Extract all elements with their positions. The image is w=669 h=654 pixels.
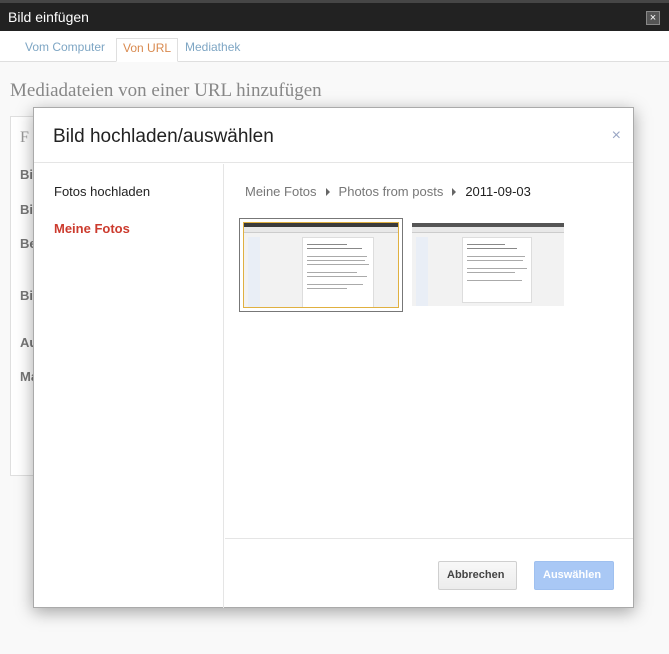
image-picker-dialog: Bild hochladen/auswählen × Fotos hochlad… [33, 107, 634, 608]
photo-screenshot-image [243, 222, 399, 308]
photo-browser: Meine Fotos Photos from posts 2011-09-03 [225, 164, 633, 538]
photo-thumbnail[interactable] [412, 223, 564, 306]
background-label: F [20, 129, 29, 146]
window-close-icon[interactable]: × [646, 11, 660, 25]
select-button[interactable]: Auswählen [534, 561, 614, 590]
window-title: Bild einfügen [8, 9, 89, 25]
photo-screenshot-image [412, 223, 564, 306]
dialog-footer: Abbrechen Auswählen [225, 538, 633, 608]
sidebar-item-meine-fotos[interactable]: Meine Fotos [54, 221, 130, 236]
window-titlebar: Bild einfügen × [0, 0, 669, 31]
photo-thumbnail-selected[interactable] [239, 218, 403, 312]
background-heading: Mediadateien von einer URL hinzufügen [10, 80, 322, 101]
breadcrumb-meine-fotos[interactable]: Meine Fotos [245, 184, 317, 199]
chevron-right-icon [325, 188, 330, 197]
breadcrumb-current-album: 2011-09-03 [465, 184, 531, 199]
dialog-close-icon[interactable]: × [612, 127, 621, 145]
chevron-right-icon [452, 188, 457, 197]
breadcrumb-photos-from-posts[interactable]: Photos from posts [339, 184, 444, 199]
cancel-button[interactable]: Abbrechen [438, 561, 517, 590]
media-tabs: Vom Computer Von URL Mediathek [0, 31, 669, 62]
breadcrumb: Meine Fotos Photos from posts 2011-09-03 [245, 184, 531, 199]
dialog-title: Bild hochladen/auswählen [53, 126, 274, 147]
dialog-sidebar: Fotos hochladen Meine Fotos [34, 164, 224, 608]
tab-mediathek[interactable]: Mediathek [179, 38, 246, 62]
tab-vom-computer[interactable]: Vom Computer [19, 38, 111, 62]
dialog-header: Bild hochladen/auswählen × [34, 108, 633, 163]
sidebar-item-fotos-hochladen[interactable]: Fotos hochladen [54, 184, 150, 199]
tab-von-url[interactable]: Von URL [116, 38, 179, 62]
